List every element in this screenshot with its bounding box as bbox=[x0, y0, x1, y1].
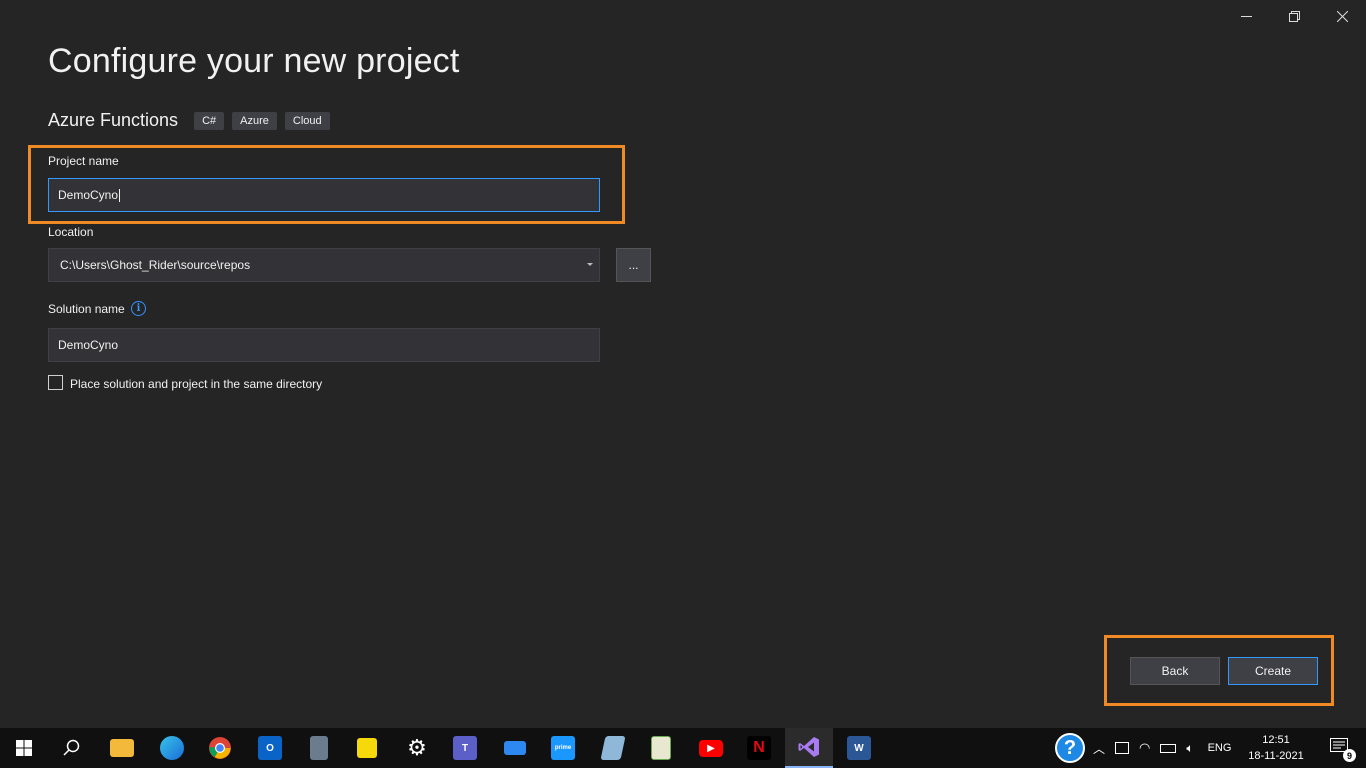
solution-name-label: Solution name bbox=[48, 302, 125, 316]
clock-date: 18-11-2021 bbox=[1248, 750, 1304, 762]
location-value: C:\Users\Ghost_Rider\source\repos bbox=[60, 258, 251, 272]
location-label: Location bbox=[48, 225, 94, 239]
wifi-icon[interactable]: ◠ bbox=[1139, 740, 1150, 756]
language-indicator[interactable]: ENG bbox=[1208, 742, 1232, 754]
notification-badge: 9 bbox=[1343, 749, 1356, 762]
project-name-value: DemoCyno bbox=[58, 188, 119, 202]
close-button[interactable] bbox=[1318, 4, 1366, 28]
taskbar-sticky-notes[interactable] bbox=[343, 728, 391, 768]
info-icon[interactable]: i bbox=[131, 301, 146, 316]
taskbar-settings[interactable]: ⚙ bbox=[393, 728, 441, 768]
laptop-icon bbox=[504, 741, 526, 755]
clock[interactable]: 12:51 18-11-2021 bbox=[1246, 732, 1306, 764]
page-title: Configure your new project bbox=[48, 42, 460, 80]
taskbar-netflix[interactable]: N bbox=[735, 728, 783, 768]
taskbar-outlook[interactable]: O bbox=[246, 728, 294, 768]
folder-icon bbox=[110, 739, 134, 757]
template-info: Azure Functions C# Azure Cloud bbox=[48, 110, 338, 131]
same-directory-checkbox[interactable] bbox=[48, 375, 63, 390]
solution-name-input[interactable]: DemoCyno bbox=[48, 328, 600, 362]
taskbar: O ⚙ T prime ▶ N W ? ︿ ◠ 🔈︎ ENG 12:51 18-… bbox=[0, 728, 1366, 768]
taskbar-word[interactable]: W bbox=[835, 728, 883, 768]
taskbar-visual-studio[interactable] bbox=[785, 728, 833, 768]
tag-azure: Azure bbox=[232, 111, 277, 130]
taskbar-youtube[interactable]: ▶ bbox=[687, 728, 735, 768]
minimize-button[interactable] bbox=[1222, 4, 1270, 28]
prime-video-icon: prime bbox=[551, 736, 575, 760]
document-chart-icon bbox=[651, 736, 671, 760]
search-icon bbox=[63, 739, 80, 756]
notification-center[interactable]: 9 bbox=[1330, 738, 1356, 762]
location-dropdown[interactable]: C:\Users\Ghost_Rider\source\repos bbox=[48, 248, 600, 282]
tag-csharp: C# bbox=[194, 111, 225, 130]
create-button[interactable]: Create bbox=[1228, 657, 1318, 685]
taskbar-notepad-app[interactable] bbox=[589, 728, 637, 768]
restore-button[interactable] bbox=[1270, 4, 1318, 28]
taskbar-chrome[interactable] bbox=[196, 728, 244, 768]
visual-studio-icon bbox=[798, 737, 819, 757]
taskbar-app-installer[interactable] bbox=[637, 728, 685, 768]
taskbar-teams[interactable]: T bbox=[441, 728, 489, 768]
taskbar-search[interactable] bbox=[48, 728, 96, 768]
close-icon bbox=[1336, 10, 1348, 22]
teams-icon: T bbox=[453, 736, 477, 760]
project-name-input[interactable]: DemoCyno bbox=[48, 178, 600, 212]
calculator-icon bbox=[310, 736, 328, 760]
tag-cloud: Cloud bbox=[284, 111, 330, 130]
clock-time: 12:51 bbox=[1262, 734, 1290, 746]
restore-icon bbox=[1288, 10, 1300, 22]
outlook-icon: O bbox=[258, 736, 282, 760]
chevron-down-icon bbox=[587, 263, 593, 266]
battery-icon[interactable] bbox=[1160, 743, 1177, 753]
same-directory-label: Place solution and project in the same d… bbox=[70, 377, 323, 391]
edge-icon bbox=[160, 736, 184, 760]
taskbar-calculator[interactable] bbox=[295, 728, 343, 768]
help-icon[interactable]: ? bbox=[1055, 733, 1085, 763]
windows-logo-icon bbox=[16, 740, 32, 756]
taskbar-edge[interactable] bbox=[148, 728, 196, 768]
back-button[interactable]: Back bbox=[1130, 657, 1220, 685]
system-tray: ? ︿ ◠ 🔈︎ ENG bbox=[1055, 728, 1231, 768]
minimize-icon bbox=[1240, 15, 1252, 17]
project-name-label: Project name bbox=[48, 154, 119, 168]
taskbar-prime-video[interactable]: prime bbox=[539, 728, 587, 768]
sticky-notes-icon bbox=[357, 738, 377, 758]
defender-icon[interactable] bbox=[1115, 742, 1130, 754]
window-controls bbox=[1222, 4, 1366, 28]
volume-icon[interactable]: 🔈︎ bbox=[1186, 741, 1193, 756]
text-caret bbox=[119, 188, 121, 202]
gear-icon: ⚙ bbox=[407, 735, 427, 760]
notepad-icon bbox=[600, 736, 626, 760]
chrome-icon bbox=[209, 737, 231, 759]
chevron-up-icon[interactable]: ︿ bbox=[1093, 740, 1105, 757]
taskbar-file-explorer[interactable] bbox=[98, 728, 146, 768]
browse-button[interactable]: ... bbox=[616, 248, 651, 282]
start-button[interactable] bbox=[0, 728, 48, 768]
taskbar-connect[interactable] bbox=[491, 728, 539, 768]
youtube-icon: ▶ bbox=[699, 739, 723, 757]
solution-name-value: DemoCyno bbox=[58, 338, 119, 352]
word-icon: W bbox=[847, 736, 871, 760]
template-name: Azure Functions bbox=[48, 110, 179, 130]
netflix-icon: N bbox=[747, 736, 771, 760]
